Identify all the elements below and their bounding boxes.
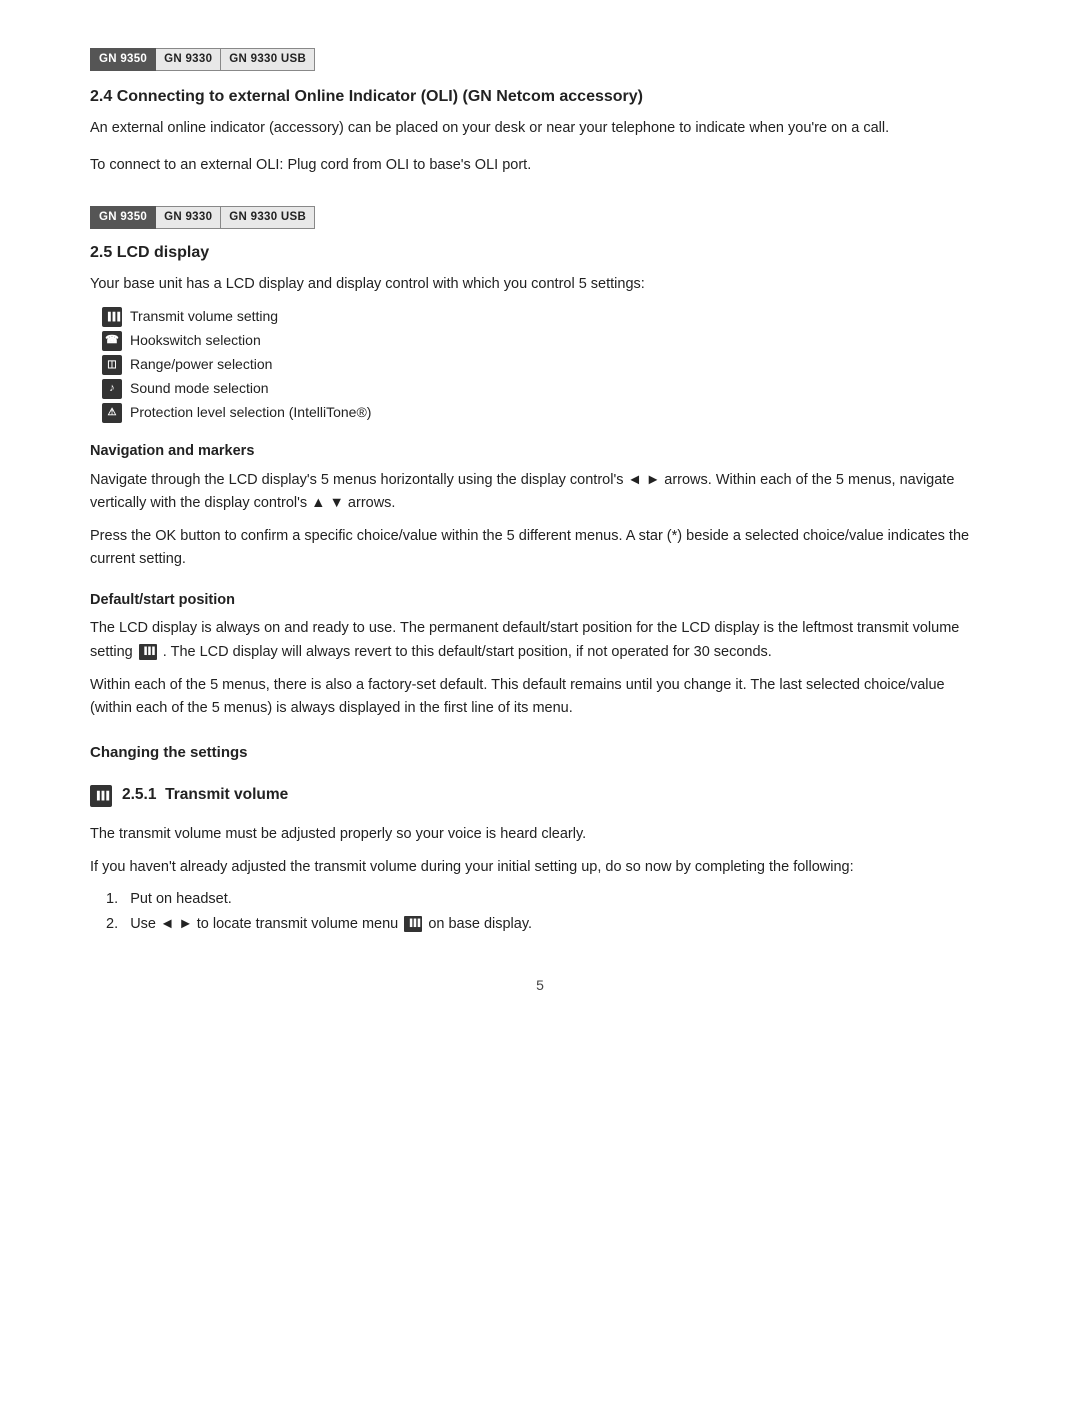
default-transmit-icon: ▐▐▐ (139, 644, 157, 660)
section-2-4-heading: 2.4 Connecting to external Online Indica… (90, 85, 990, 109)
model-badges-row1: GN 9350 GN 9330 GN 9330 USB (90, 48, 990, 71)
feature-range-label: Range/power selection (130, 354, 272, 375)
feature-item-hookswitch: ☎ Hookswitch selection (102, 330, 990, 351)
default-para1: The LCD display is always on and ready t… (90, 617, 990, 663)
step-1-number: 1. (106, 891, 126, 907)
page-content: GN 9350 GN 9330 GN 9330 USB 2.4 Connecti… (90, 48, 990, 996)
step-2-text: Use ◄ ► to locate transmit volume menu (130, 916, 398, 932)
section-2-5-1: ▐▐▐ 2.5.1 Transmit volume The transmit v… (90, 775, 990, 936)
section-2-4-para2: To connect to an external OLI: Plug cord… (90, 154, 990, 177)
nav-para1: Navigate through the LCD display's 5 men… (90, 469, 990, 515)
default-position-heading: Default/start position (90, 590, 990, 612)
section-251-para1: The transmit volume must be adjusted pro… (90, 823, 990, 846)
default-para2: Within each of the 5 menus, there is als… (90, 674, 990, 720)
section-251-steps: 1. Put on headset. 2. Use ◄ ► to locate … (106, 889, 990, 936)
range-icon: ◫ (102, 355, 122, 375)
badge-gn9330-2: GN 9330 (156, 206, 221, 229)
section-2-5: 2.5 LCD display Your base unit has a LCD… (90, 241, 990, 720)
feature-protection-label: Protection level selection (IntelliTone®… (130, 402, 371, 423)
feature-item-protection: ⚠ Protection level selection (IntelliTon… (102, 402, 990, 423)
sound-icon: ♪ (102, 379, 122, 399)
step-2: 2. Use ◄ ► to locate transmit volume men… (106, 914, 990, 936)
nav-para2: Press the OK button to confirm a specifi… (90, 525, 990, 571)
section-2-4-para1: An external online indicator (accessory)… (90, 117, 990, 140)
page-number: 5 (90, 975, 990, 996)
transmit-icon: ▐▐▐ (102, 307, 122, 327)
step-2-number: 2. (106, 916, 126, 932)
section-251-header: ▐▐▐ 2.5.1 Transmit volume (90, 775, 990, 815)
feature-item-sound: ♪ Sound mode selection (102, 378, 990, 399)
hookswitch-icon: ☎ (102, 331, 122, 351)
feature-item-transmit: ▐▐▐ Transmit volume setting (102, 306, 990, 327)
step2-transmit-icon: ▐▐▐ (404, 916, 422, 932)
badge-gn9350-2: GN 9350 (90, 206, 156, 229)
feature-hookswitch-label: Hookswitch selection (130, 330, 261, 351)
step-1-text: Put on headset. (130, 891, 232, 907)
section-251-heading: 2.5.1 Transmit volume (122, 783, 288, 806)
feature-list: ▐▐▐ Transmit volume setting ☎ Hookswitch… (102, 306, 990, 423)
badge-gn9350-1: GN 9350 (90, 48, 156, 71)
step-2-suffix: on base display. (428, 916, 532, 932)
feature-sound-label: Sound mode selection (130, 378, 269, 399)
changing-settings-heading: Changing the settings (90, 742, 990, 765)
default-para1-suffix: . The LCD display will always revert to … (163, 644, 772, 660)
feature-transmit-label: Transmit volume setting (130, 306, 278, 327)
protection-icon: ⚠ (102, 403, 122, 423)
badge-gn9330usb-1: GN 9330 USB (221, 48, 315, 71)
feature-item-range: ◫ Range/power selection (102, 354, 990, 375)
badge-gn9330usb-2: GN 9330 USB (221, 206, 315, 229)
badge-gn9330-1: GN 9330 (156, 48, 221, 71)
section-2-5-heading: 2.5 LCD display (90, 241, 990, 265)
section-2-4: 2.4 Connecting to external Online Indica… (90, 85, 990, 177)
model-badges-row2: GN 9350 GN 9330 GN 9330 USB (90, 206, 990, 229)
section-251-icon: ▐▐▐ (90, 785, 112, 807)
step-1: 1. Put on headset. (106, 889, 990, 911)
section-2-5-intro: Your base unit has a LCD display and dis… (90, 273, 990, 296)
section-251-para2: If you haven't already adjusted the tran… (90, 856, 990, 879)
nav-markers-heading: Navigation and markers (90, 441, 990, 463)
